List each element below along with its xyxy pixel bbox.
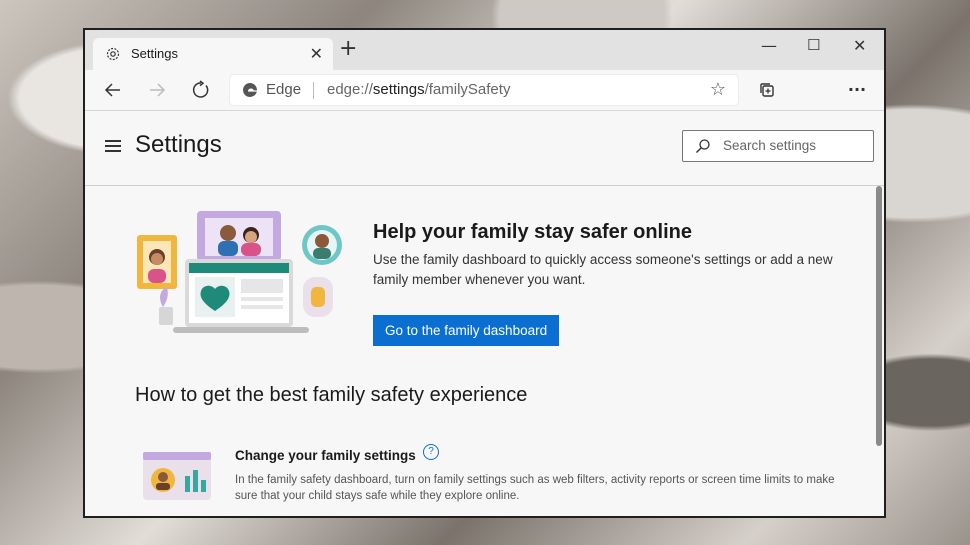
refresh-icon: [192, 80, 209, 98]
section-title: How to get the best family safety experi…: [135, 384, 528, 406]
hamburger-menu-icon[interactable]: [105, 140, 121, 152]
family-safety-content: Help your family stay safer online Use t…: [85, 186, 873, 516]
vertical-scrollbar[interactable]: [876, 186, 882, 446]
edge-label: Edge: [266, 81, 302, 98]
more-menu-button[interactable]: ···: [845, 78, 869, 102]
search-input[interactable]: [721, 137, 865, 154]
window-close-button[interactable]: ✕: [853, 36, 866, 55]
browser-window: Settings ✕ + — ☐ ✕ Edge edge://settings/…: [83, 28, 886, 518]
search-icon: [696, 139, 710, 153]
gear-icon: [106, 47, 120, 61]
arrow-left-icon: [104, 83, 120, 97]
page-title: Settings: [135, 131, 222, 158]
family-illustration: [137, 211, 342, 333]
maximize-button[interactable]: ☐: [807, 36, 820, 54]
title-bar: Settings ✕ + — ☐ ✕: [85, 30, 884, 70]
refresh-button[interactable]: [189, 78, 213, 102]
hero-description: Use the family dashboard to quickly acce…: [373, 252, 833, 287]
favorite-star-icon[interactable]: ☆: [710, 79, 726, 100]
help-icon[interactable]: ?: [423, 444, 439, 460]
collections-button[interactable]: [755, 78, 779, 102]
arrow-right-icon: [150, 83, 166, 97]
family-settings-title: Change your family settings: [235, 448, 416, 463]
forward-button[interactable]: [145, 78, 169, 102]
url-text[interactable]: edge://settings/familySafety: [327, 81, 510, 98]
minimize-button[interactable]: —: [761, 36, 777, 55]
toolbar: Edge edge://settings/familySafety ☆ ···: [85, 70, 884, 110]
tab-close-icon[interactable]: ✕: [310, 44, 323, 63]
tab-title: Settings: [131, 46, 178, 61]
edge-logo-icon: [242, 82, 257, 97]
address-separator: [313, 82, 314, 99]
collections-icon: [760, 83, 774, 97]
settings-header: Settings: [85, 111, 884, 186]
family-settings-illustration: [143, 452, 211, 500]
tab-settings[interactable]: Settings ✕: [93, 38, 333, 70]
search-box[interactable]: [682, 130, 874, 162]
back-button[interactable]: [101, 78, 125, 102]
hero-title: Help your family stay safer online: [373, 221, 692, 243]
family-dashboard-button[interactable]: Go to the family dashboard: [373, 315, 560, 346]
address-bar[interactable]: Edge edge://settings/familySafety ☆: [230, 75, 738, 105]
family-settings-description: In the family safety dashboard, turn on …: [235, 474, 835, 502]
new-tab-button[interactable]: +: [339, 38, 357, 60]
